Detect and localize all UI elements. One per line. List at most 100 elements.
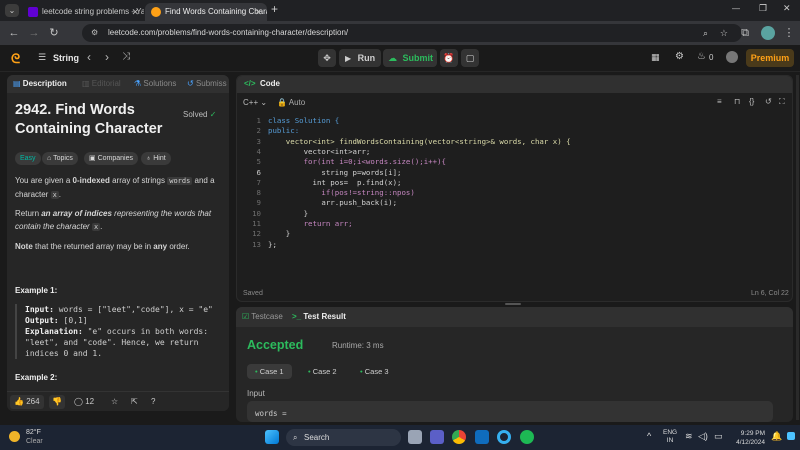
tab-search-icon[interactable]: ⌄ <box>5 4 19 17</box>
forward-icon[interactable]: → <box>26 25 42 41</box>
code-line: } <box>268 208 309 218</box>
comments-button[interactable]: ◯ 12 <box>74 395 94 409</box>
bold-text: Note <box>15 242 33 251</box>
bookmark-icon[interactable]: ⊓ <box>734 97 740 106</box>
tab-test-result[interactable]: >_ Test Result <box>292 312 346 321</box>
reload-icon[interactable]: ↻ <box>46 25 62 41</box>
chrome-icon[interactable] <box>452 430 466 444</box>
help-icon[interactable]: ? <box>151 395 155 409</box>
tab-editorial[interactable]: ▥ Editorial <box>82 75 121 93</box>
cortana-icon[interactable] <box>497 430 511 444</box>
braces-icon[interactable]: {} <box>749 97 754 106</box>
text: . <box>58 190 62 199</box>
case-1-tab[interactable]: • Case 1 <box>247 364 292 379</box>
tab-testcase[interactable]: ☑ Testcase <box>242 312 283 321</box>
bookmark-star-icon[interactable]: ☆ <box>720 24 728 42</box>
editor-toolbar: C++ ⌄ 🔒 Auto ≡ ⊓ {} ↺ ⛶ <box>237 94 792 112</box>
case-2-tab[interactable]: • Case 2 <box>300 364 345 379</box>
tab-label: Submiss <box>195 79 227 88</box>
premium-button[interactable]: Premium <box>746 49 794 67</box>
mail-icon[interactable] <box>475 430 489 444</box>
widgets-icon[interactable] <box>787 432 795 440</box>
task-view-icon[interactable] <box>408 430 422 444</box>
leetcode-logo[interactable]: ᘓ <box>11 51 23 66</box>
problem-list-label[interactable]: String <box>53 53 79 63</box>
new-tab-button[interactable]: + <box>271 2 278 16</box>
weather-condition: Clear <box>26 438 43 445</box>
auto-mode-toggle[interactable]: 🔒 Auto <box>277 98 305 107</box>
line-number: 9 <box>256 198 261 208</box>
tab-yahoo[interactable]: leetcode string problems - Yah ✕ <box>22 3 144 21</box>
hidden-icons-chevron[interactable]: ^ <box>647 431 651 441</box>
language-select[interactable]: C++ ⌄ <box>243 98 267 107</box>
windows-start-icon[interactable] <box>265 430 279 444</box>
battery-icon[interactable]: ▭ <box>714 431 723 442</box>
case-label: Case 2 <box>312 367 337 376</box>
tab-solutions[interactable]: ⚗ Solutions <box>134 75 176 93</box>
tab-label: Editorial <box>91 79 121 88</box>
next-problem-icon[interactable]: › <box>105 50 109 64</box>
submissions-icon: ↺ <box>187 79 194 88</box>
input-value: words = <box>255 409 287 418</box>
dislike-button[interactable]: 👎 <box>49 395 65 409</box>
profile-avatar[interactable] <box>761 26 775 40</box>
maximize-button[interactable]: ❐ <box>759 3 767 14</box>
tab-leetcode[interactable]: Find Words Containing Charact ✕ <box>145 3 267 21</box>
prev-problem-icon[interactable]: ‹ <box>87 50 91 64</box>
line-number: 12 <box>252 229 261 239</box>
wifi-icon[interactable]: ≋ <box>685 431 693 442</box>
share-icon[interactable]: ⇱ <box>131 395 138 409</box>
saved-status: Saved <box>243 290 263 297</box>
streak-fire-icon[interactable]: ♨ <box>697 51 706 62</box>
difficulty-badge[interactable]: Easy <box>15 152 41 165</box>
play-icon: ▶ <box>345 54 352 63</box>
hint-button[interactable]: ♁ Hint <box>141 152 171 165</box>
zoom-icon[interactable]: ⌕ <box>703 24 708 42</box>
like-button[interactable]: 👍 264 <box>10 395 44 409</box>
clock[interactable]: 9:29 PM 4/12/2024 <box>725 429 765 447</box>
minimize-button[interactable]: — <box>732 4 740 13</box>
language-indicator[interactable]: ENG IN <box>663 429 677 445</box>
submit-button[interactable]: ☁ Submit <box>383 49 437 67</box>
code-editor[interactable]: 1 2 3 4 5 6 7 8 9 10 11 12 13 class Solu… <box>237 116 792 286</box>
layout-icon[interactable]: ▦ <box>651 52 660 63</box>
url-field[interactable]: ⚙ leetcode.com/problems/find-words-conta… <box>82 24 742 42</box>
companies-button[interactable]: ▣ Companies <box>84 152 138 165</box>
user-avatar[interactable] <box>726 51 738 63</box>
reset-icon[interactable]: ↺ <box>765 97 772 106</box>
weather-widget[interactable]: 82°F Clear <box>9 429 59 447</box>
case-label: Case 3 <box>364 367 389 376</box>
shuffle-icon[interactable]: ⤨ <box>122 51 130 62</box>
site-info-icon[interactable]: ⚙ <box>91 24 98 42</box>
description-icon: ▤ <box>13 79 21 88</box>
tab-description[interactable]: ▤ Description <box>13 75 67 93</box>
teams-icon[interactable] <box>430 430 444 444</box>
notes-icon[interactable]: ▢ <box>461 49 479 67</box>
problem-panel: ▤ Description ▥ Editorial ⚗ Solutions ↺ … <box>7 75 229 411</box>
page-scrollbar[interactable] <box>796 75 799 420</box>
topics-button[interactable]: ⌂ Topics <box>42 152 78 165</box>
problem-list-icon[interactable]: ☰ <box>38 52 46 63</box>
favorite-star-icon[interactable]: ☆ <box>111 395 118 409</box>
case-3-tab[interactable]: • Case 3 <box>352 364 397 379</box>
back-icon[interactable]: ← <box>6 25 22 41</box>
format-icon[interactable]: ≡ <box>717 97 722 106</box>
spotify-icon[interactable] <box>520 430 534 444</box>
clock-date: 4/12/2024 <box>736 439 765 446</box>
notifications-bell-icon[interactable]: 🔔 <box>771 431 782 442</box>
close-window-button[interactable]: ✕ <box>783 3 791 14</box>
tab-submissions[interactable]: ↺ Submiss <box>187 75 227 93</box>
close-tab-icon[interactable]: ✕ <box>254 3 262 21</box>
browser-menu-icon[interactable]: ⋮ <box>781 25 797 41</box>
timer-icon[interactable]: ⏰ <box>440 49 458 67</box>
debug-icon[interactable]: ✥ <box>318 49 336 67</box>
tab-title: Find Words Containing Charact <box>165 7 267 16</box>
taskbar-search[interactable]: ⌕ Search <box>286 429 401 446</box>
settings-gear-icon[interactable]: ⚙ <box>675 51 684 62</box>
volume-icon[interactable]: ◁) <box>698 431 708 442</box>
fullscreen-icon[interactable]: ⛶ <box>779 97 785 107</box>
close-tab-icon[interactable]: ✕ <box>131 3 139 21</box>
panel-resize-handle[interactable] <box>505 303 521 305</box>
run-button[interactable]: ▶ Run <box>339 49 381 67</box>
extensions-icon[interactable]: ⧉ <box>737 25 753 41</box>
